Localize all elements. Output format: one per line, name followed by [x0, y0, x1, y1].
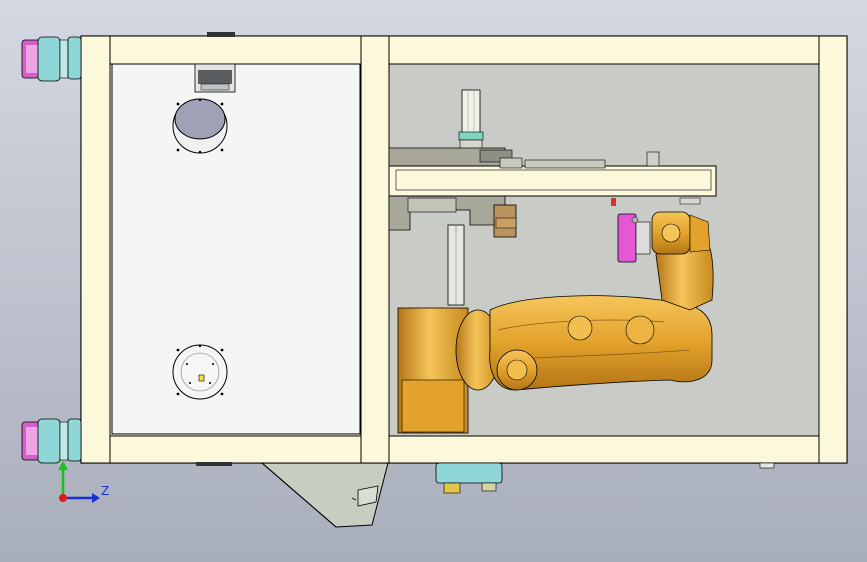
caster-bottom-left[interactable] [21, 418, 82, 464]
foot-pad-right [759, 462, 775, 469]
cad-viewport[interactable] [0, 0, 867, 562]
caster-top-left[interactable] [21, 36, 82, 82]
lower-port-flange [172, 344, 228, 400]
left-door-panel[interactable] [111, 63, 361, 435]
upper-port-opening [172, 98, 228, 154]
z-axis-label: Z [101, 484, 110, 498]
